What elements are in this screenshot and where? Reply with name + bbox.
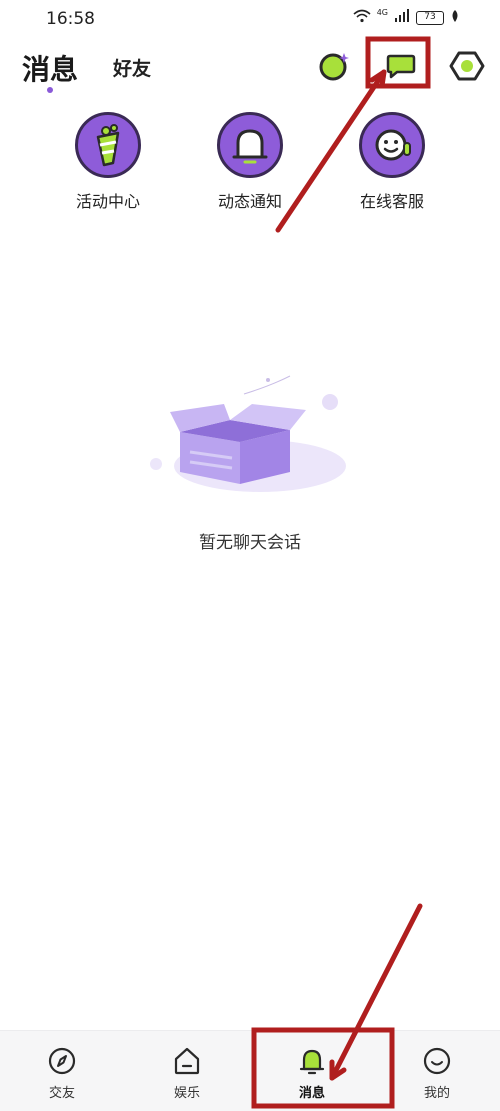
quick-entry-label: 在线客服 <box>359 192 424 211</box>
support-face-icon <box>359 112 425 178</box>
empty-state-text: 暂无聊天会话 <box>199 533 301 553</box>
nav-item-entertainment[interactable]: 娱乐 <box>147 1045 227 1101</box>
nav-item-friends[interactable]: 交友 <box>22 1045 102 1101</box>
wifi-icon <box>353 9 371 26</box>
planet-icon[interactable] <box>316 48 352 84</box>
nav-label: 交友 <box>48 1086 75 1101</box>
bell-icon <box>296 1045 328 1077</box>
battery-indicator: 73 <box>416 10 444 25</box>
network-type: 4G <box>376 8 388 17</box>
house-icon <box>171 1045 203 1077</box>
nav-item-messages[interactable]: 消息 <box>272 1045 352 1101</box>
quick-entry-activity-center[interactable]: 活动中心 <box>48 112 168 212</box>
chat-bubble-icon[interactable] <box>383 48 419 84</box>
quick-entry-label: 动态通知 <box>217 192 282 211</box>
leaf-icon <box>450 9 460 26</box>
status-indicators: 4G 73 <box>353 8 460 26</box>
nav-item-profile[interactable]: 我的 <box>397 1045 477 1101</box>
nav-label: 消息 <box>298 1086 325 1101</box>
tab-friends[interactable]: 好友 <box>113 54 151 81</box>
quick-entry-notifications[interactable]: 动态通知 <box>190 112 310 212</box>
header: 消息 好友 <box>0 40 500 100</box>
hexagon-icon[interactable] <box>449 48 485 84</box>
nav-label: 我的 <box>423 1086 450 1101</box>
empty-box-icon <box>140 368 360 508</box>
party-cup-icon <box>75 112 141 178</box>
bottom-nav: 交友 娱乐 消息 我的 <box>0 1030 500 1111</box>
quick-entries: 活动中心 动态通知 在线客服 <box>0 112 500 222</box>
bell-icon <box>217 112 283 178</box>
quick-entry-customer-service[interactable]: 在线客服 <box>332 112 452 212</box>
page-title[interactable]: 消息 <box>22 48 78 88</box>
active-tab-indicator <box>47 87 53 93</box>
smile-icon <box>421 1045 453 1077</box>
nav-label: 娱乐 <box>173 1086 200 1101</box>
status-bar: 16:58 4G 73 <box>0 0 500 38</box>
signal-icon <box>394 9 410 26</box>
compass-icon <box>46 1045 78 1077</box>
quick-entry-label: 活动中心 <box>75 192 140 211</box>
status-time: 16:58 <box>46 9 95 29</box>
